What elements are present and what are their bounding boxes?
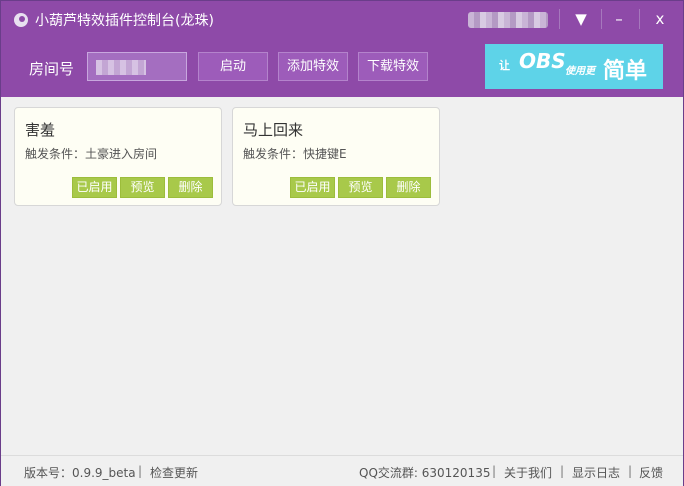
feedback-link[interactable]: 反馈 (639, 464, 663, 481)
effect-name: 害羞 (25, 121, 56, 139)
effect-trigger-condition: 触发条件：土豪进入房间 (25, 147, 158, 161)
toolbar: 房间号 启动 添加特效 下载特效 让 OBS 使用更 简单 (1, 37, 683, 97)
banner-suffix: 简单 (603, 59, 648, 84)
start-button[interactable]: 启动 (198, 52, 268, 81)
room-number-input[interactable] (87, 52, 187, 81)
delete-button[interactable]: 删除 (168, 177, 213, 198)
app-window: 小葫芦特效插件控制台(龙珠) ▼ – x 房间号 启动 添加特效 下载特效 让 … (0, 0, 684, 486)
titlebar-divider (559, 9, 560, 29)
banner-prefix: 让 (499, 59, 510, 72)
effect-trigger-condition: 触发条件：快捷键E (243, 147, 347, 161)
status-separator: | (628, 464, 633, 478)
title-bar[interactable]: 小葫芦特效插件控制台(龙珠) ▼ – x (1, 1, 683, 37)
version-text: 版本号：0.9.9_beta (24, 466, 136, 480)
status-bar: 版本号：0.9.9_beta | 检查更新 QQ交流群: 630120135 |… (1, 455, 683, 486)
effects-list: 害羞 触发条件：土豪进入房间 已启用 预览 删除 马上回来 触发条件：快捷键E … (1, 97, 683, 455)
close-button[interactable]: x (643, 5, 677, 33)
effect-name: 马上回来 (243, 121, 304, 139)
status-separator: | (138, 464, 143, 478)
enabled-toggle-button[interactable]: 已启用 (72, 177, 117, 198)
effect-card: 害羞 触发条件：土豪进入房间 已启用 预览 删除 (14, 107, 222, 206)
about-us-link[interactable]: 关于我们 (504, 464, 552, 481)
room-number-value-blurred (96, 60, 146, 75)
banner-brand: OBS (519, 49, 566, 73)
preview-button[interactable]: 预览 (338, 177, 383, 198)
preview-button[interactable]: 预览 (120, 177, 165, 198)
status-separator: | (560, 464, 565, 478)
enabled-toggle-button[interactable]: 已启用 (290, 177, 335, 198)
status-separator: | (492, 464, 497, 478)
room-number-label: 房间号 (29, 60, 75, 78)
add-effect-button[interactable]: 添加特效 (278, 52, 348, 81)
check-update-link[interactable]: 检查更新 (150, 464, 198, 481)
show-log-link[interactable]: 显示日志 (572, 464, 620, 481)
user-avatar-blurred (468, 12, 548, 28)
titlebar-divider (639, 9, 640, 29)
gourd-app-icon (14, 13, 28, 27)
download-effect-button[interactable]: 下载特效 (358, 52, 428, 81)
delete-button[interactable]: 删除 (386, 177, 431, 198)
obs-ad-banner[interactable]: 让 OBS 使用更 简单 (485, 44, 663, 89)
minimize-button[interactable]: – (602, 5, 636, 33)
banner-middle: 使用更 (565, 66, 595, 77)
window-title: 小葫芦特效插件控制台(龙珠) (35, 13, 214, 29)
menu-dropdown-button[interactable]: ▼ (564, 5, 598, 33)
effect-card: 马上回来 触发条件：快捷键E 已启用 预览 删除 (232, 107, 440, 206)
qq-group-text: QQ交流群: 630120135 (359, 466, 491, 480)
